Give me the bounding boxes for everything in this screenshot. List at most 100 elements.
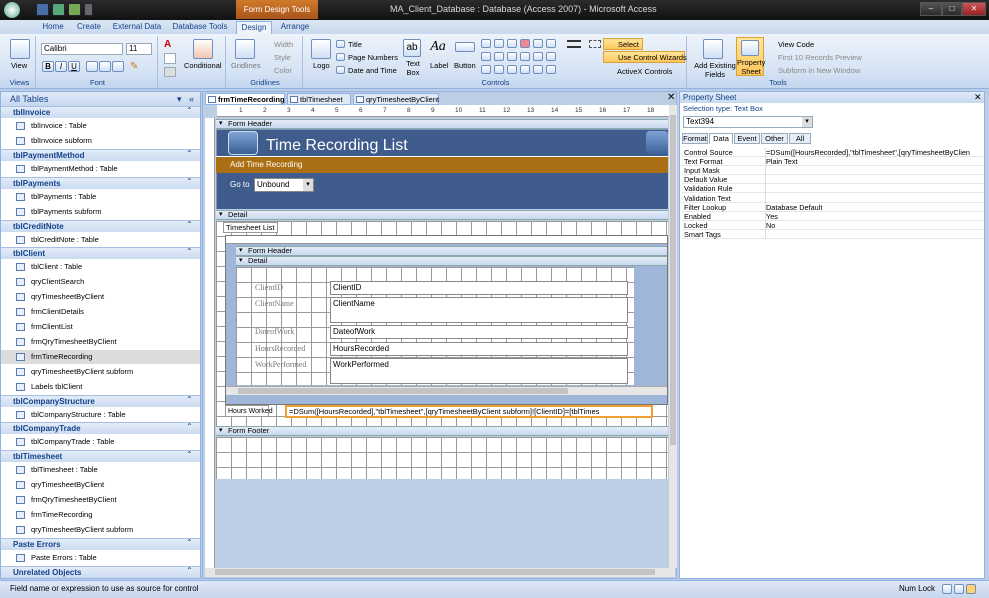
doc-tab-frmtimerecording[interactable]: frmTimeRecording [205, 93, 285, 105]
insert-page-break-icon[interactable] [520, 65, 530, 74]
collapse-group-icon[interactable]: ⌃ [186, 395, 193, 404]
selected-control-combo[interactable]: Text394 ▾ [683, 116, 813, 128]
line-type-icon[interactable] [589, 40, 601, 48]
web-browser-icon[interactable] [546, 65, 556, 74]
textbox-button[interactable]: Text Box [403, 59, 423, 77]
field-textbox[interactable]: HoursRecorded [330, 342, 628, 356]
image-icon[interactable] [533, 65, 543, 74]
field-label[interactable]: ClientID [255, 283, 330, 297]
property-row[interactable]: Control Source =DSum([HoursRecorded],"tbl… [682, 148, 984, 157]
property-row[interactable]: Filter Lookup Database Default [682, 203, 984, 212]
tab-design[interactable]: Design [236, 21, 272, 34]
form-logo-icon[interactable] [228, 131, 258, 155]
save-icon[interactable] [36, 3, 49, 16]
nav-group-header[interactable]: tblPaymentMethod [1, 148, 200, 161]
property-row[interactable]: Validation Text [682, 194, 984, 203]
chevron-down-icon[interactable]: ▾ [303, 179, 313, 191]
property-row[interactable]: Input Mask [682, 166, 984, 176]
nav-item[interactable]: qryTimesheetByClient [1, 478, 200, 492]
horizontal-scroll-thumb[interactable] [215, 569, 655, 575]
nav-item[interactable]: frmQryTimesheetByClient [1, 493, 200, 507]
italic-button[interactable]: I [55, 61, 67, 72]
line-color-icon[interactable] [164, 67, 176, 77]
redo-icon[interactable] [68, 3, 81, 16]
collapse-group-icon[interactable]: ⌃ [186, 247, 193, 256]
property-row[interactable]: Validation Rule [682, 184, 984, 194]
underline-button[interactable]: U [68, 61, 80, 72]
layout-view-icon[interactable] [954, 584, 964, 594]
subform-header-bar[interactable]: Form Header [236, 246, 667, 256]
field-textbox[interactable]: ClientName [330, 297, 628, 323]
gridline-style-button[interactable]: Style [274, 53, 291, 62]
add-time-recording-button[interactable]: Add Time Recording [230, 160, 302, 169]
nav-item[interactable]: frmTimeRecording [1, 508, 200, 522]
minimize-button[interactable]: – [920, 2, 942, 16]
chart-icon[interactable] [520, 39, 530, 48]
nav-group-header[interactable]: tblPayments [1, 176, 200, 189]
prop-tab-data[interactable]: Data [709, 133, 733, 144]
nav-item[interactable]: tblCompanyTrade : Table [1, 435, 200, 449]
tab-control-icon[interactable] [481, 39, 491, 48]
bound-object-icon[interactable] [494, 65, 504, 74]
nav-item[interactable]: tblPayments subform [1, 205, 200, 219]
nav-dropdown-icon[interactable]: ▾ [177, 92, 182, 106]
align-left-icon[interactable] [86, 61, 98, 72]
collapse-group-icon[interactable]: ⌃ [186, 422, 193, 431]
use-control-wizards-button[interactable]: Use Control Wizards [603, 51, 687, 63]
nav-group-header[interactable]: tblInvoice [1, 106, 200, 118]
nav-item[interactable]: tblTimesheet : Table [1, 463, 200, 477]
align-center-icon[interactable] [99, 61, 111, 72]
close-button[interactable]: ✕ [962, 2, 986, 16]
collapse-group-icon[interactable]: ⌃ [186, 106, 193, 115]
toggle-icon[interactable] [546, 39, 556, 48]
list-box-icon[interactable] [481, 52, 491, 61]
view-button[interactable]: View [11, 61, 27, 70]
rectangle-icon[interactable] [494, 52, 504, 61]
attachment-icon[interactable] [533, 52, 543, 61]
font-name-select[interactable]: Calibri [41, 43, 123, 55]
property-value[interactable]: Plain Text [766, 157, 976, 166]
conditional-button[interactable]: Conditional [184, 61, 222, 70]
textbox-icon[interactable]: ab [403, 39, 421, 57]
design-view-icon[interactable] [966, 584, 976, 594]
nav-item[interactable]: tblClient : Table [1, 260, 200, 274]
maximize-button[interactable]: □ [942, 2, 962, 16]
view-icon[interactable] [10, 39, 30, 59]
option-group-icon[interactable] [546, 52, 556, 61]
field-textbox[interactable]: DateofWork [330, 325, 628, 339]
gridlines-icon[interactable] [235, 39, 255, 59]
first-10-records-button[interactable]: First 10 Records Preview [778, 53, 862, 62]
title-button[interactable]: Title [348, 40, 362, 49]
property-row[interactable]: Locked No [682, 221, 984, 230]
hyperlink-icon[interactable] [494, 39, 504, 48]
property-value[interactable]: =DSum([HoursRecorded],"tblTimesheet",[qr… [766, 148, 976, 157]
collapse-group-icon[interactable]: ⌃ [186, 566, 193, 575]
undo-icon[interactable] [52, 3, 65, 16]
form-header-bar[interactable]: Form Header [216, 119, 668, 129]
close-document-icon[interactable]: ✕ [667, 92, 675, 103]
nav-item[interactable]: frmClientList [1, 320, 200, 334]
page-numbers-button[interactable]: Page Numbers [348, 53, 398, 62]
collapse-group-icon[interactable]: ⌃ [186, 149, 193, 158]
nav-item[interactable]: tblPaymentMethod : Table [1, 162, 200, 176]
chevron-down-icon[interactable]: ▾ [802, 117, 812, 127]
align-right-icon[interactable] [112, 61, 124, 72]
nav-item[interactable]: frmTimeRecording [1, 349, 200, 364]
form-footer-bar[interactable]: Form Footer [216, 426, 668, 436]
nav-item[interactable]: qryTimesheetByClient subform [1, 523, 200, 537]
nav-group-header[interactable]: tblClient [1, 247, 200, 260]
font-color-icon[interactable]: A [164, 39, 176, 50]
gridline-color-button[interactable]: Color [274, 66, 292, 75]
property-value[interactable]: No [766, 221, 976, 230]
add-existing-fields-button[interactable]: Add Existing Fields [693, 61, 737, 79]
property-row[interactable]: Text Format Plain Text [682, 157, 984, 167]
subform-detail-bar[interactable]: Detail [236, 256, 667, 266]
property-sheet-button[interactable]: Property Sheet [736, 37, 765, 76]
nav-item[interactable]: tblCreditNote : Table [1, 233, 200, 247]
unbound-object-icon[interactable] [520, 52, 530, 61]
collapse-group-icon[interactable]: ⌃ [186, 177, 193, 186]
detail-bar[interactable]: Detail [216, 210, 668, 220]
subform-hscrollbar[interactable] [226, 386, 667, 395]
vertical-scrollbar[interactable] [669, 105, 677, 568]
form-title[interactable]: Time Recording List [266, 137, 408, 155]
